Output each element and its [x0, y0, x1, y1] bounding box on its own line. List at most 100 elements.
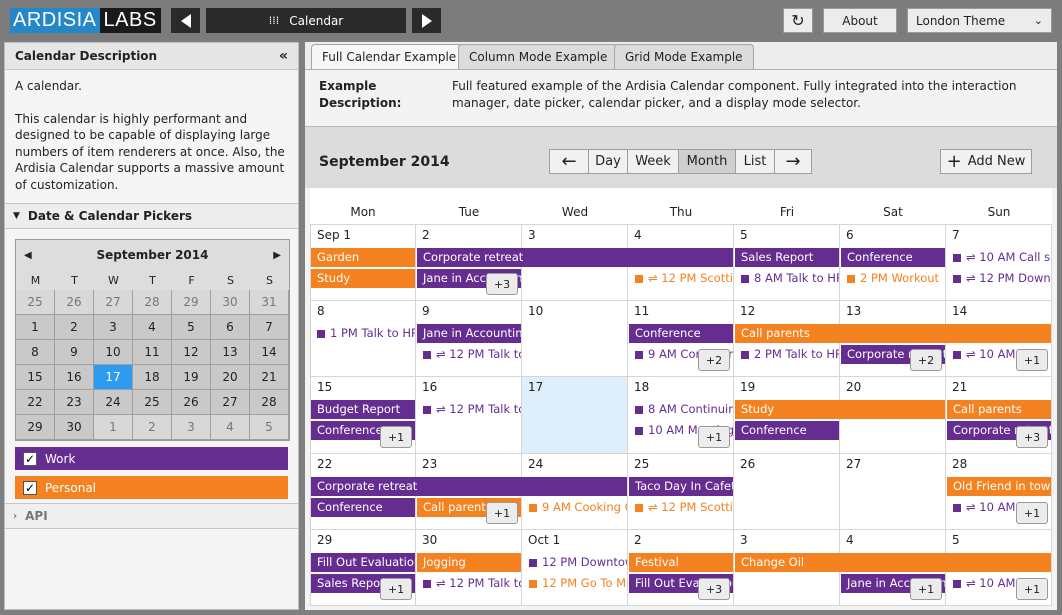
event-item[interactable]: ⇌ 12 PM Downtown	[947, 269, 1051, 288]
event-item[interactable]: 12 PM Downtown	[523, 553, 627, 572]
api-section-header[interactable]: › API	[5, 503, 298, 529]
prev-month-icon[interactable]: ◀	[24, 250, 32, 261]
picker-day[interactable]: 5	[172, 315, 211, 340]
event-item[interactable]: 2 PM Workout	[841, 269, 945, 288]
collapse-icon[interactable]: «	[279, 48, 288, 64]
picker-day[interactable]: 28	[250, 390, 289, 415]
event-item[interactable]: 8 AM Talk to HR	[735, 269, 839, 288]
theme-select[interactable]: London Theme ⌄	[907, 8, 1052, 33]
picker-day[interactable]: 4	[133, 315, 172, 340]
picker-day[interactable]: 3	[172, 415, 211, 440]
picker-day[interactable]: 30	[55, 415, 94, 440]
picker-day[interactable]: 15	[16, 365, 55, 390]
event-bar[interactable]: Jane in Accounting	[417, 324, 521, 343]
picker-day[interactable]: 14	[250, 340, 289, 365]
calendar-toggle[interactable]: ✓ Work	[15, 447, 288, 470]
picker-day[interactable]: 22	[16, 390, 55, 415]
picker-day[interactable]: 18	[133, 365, 172, 390]
picker-day[interactable]: 30	[211, 290, 250, 315]
more-events-button[interactable]: +1	[1016, 578, 1048, 600]
about-button[interactable]: About	[823, 8, 897, 33]
day-cell[interactable]: 17	[522, 377, 628, 454]
more-events-button[interactable]: +1	[698, 426, 730, 448]
event-item[interactable]: ⇌ 12 PM Talk to	[417, 400, 521, 419]
more-events-button[interactable]: +1	[1016, 349, 1048, 371]
checkbox-icon[interactable]: ✓	[23, 480, 37, 495]
event-bar[interactable]: Sales Report	[735, 248, 839, 267]
prev-example-button[interactable]	[171, 8, 200, 33]
add-new-button[interactable]: + Add New	[940, 149, 1032, 174]
event-bar[interactable]: Call parents	[735, 324, 1051, 343]
day-cell[interactable]: 10	[522, 301, 628, 377]
picker-day[interactable]: 11	[133, 340, 172, 365]
event-item[interactable]: ⇌ 12 PM Scottish	[629, 498, 733, 517]
picker-day[interactable]: 16	[55, 365, 94, 390]
picker-day[interactable]: 23	[55, 390, 94, 415]
picker-day[interactable]: 8	[16, 340, 55, 365]
picker-day[interactable]: 29	[16, 415, 55, 440]
picker-day[interactable]: 5	[250, 415, 289, 440]
more-events-button[interactable]: +2	[698, 349, 730, 371]
more-events-button[interactable]: +3	[1016, 426, 1048, 448]
event-bar[interactable]: Call parents	[947, 400, 1051, 419]
event-bar[interactable]: Study	[735, 400, 945, 419]
event-bar[interactable]: Conference	[735, 421, 839, 440]
picker-day[interactable]: 13	[211, 340, 250, 365]
picker-day[interactable]: 7	[250, 315, 289, 340]
event-bar[interactable]: Budget Report	[311, 400, 415, 419]
picker-day[interactable]: 1	[16, 315, 55, 340]
next-month-icon[interactable]: ▶	[273, 250, 281, 261]
picker-day[interactable]: 27	[211, 390, 250, 415]
event-bar[interactable]: Conference	[841, 248, 945, 267]
picker-day[interactable]: 31	[250, 290, 289, 315]
event-bar[interactable]: Corporate retreat	[311, 477, 627, 496]
event-item[interactable]: ⇌ 10 AM Call sales	[947, 248, 1051, 267]
event-bar[interactable]: Study	[311, 269, 415, 288]
prev-button[interactable]: ←	[549, 149, 589, 174]
tab-column-mode[interactable]: Column Mode Example	[458, 44, 619, 69]
event-item[interactable]: ⇌ 12 PM Scottish	[629, 269, 733, 288]
more-events-button[interactable]: +2	[910, 349, 942, 371]
picker-day[interactable]: 17	[94, 365, 133, 390]
tab-full-calendar[interactable]: Full Calendar Example	[311, 44, 468, 69]
picker-day[interactable]: 20	[211, 365, 250, 390]
event-item[interactable]: 8 AM Continuing	[629, 400, 733, 419]
event-item[interactable]: ⇌ 12 PM Talk to	[417, 574, 521, 593]
event-item[interactable]: 2 PM Talk to HR	[735, 345, 839, 364]
picker-day[interactable]: 28	[133, 290, 172, 315]
picker-day[interactable]: 12	[172, 340, 211, 365]
event-bar[interactable]: Festival	[629, 553, 733, 572]
calendar-toggle[interactable]: ✓ Personal	[15, 476, 288, 499]
more-events-button[interactable]: +3	[698, 578, 730, 600]
event-item[interactable]: 1 PM Talk to HR	[311, 324, 415, 343]
event-bar[interactable]: Old Friend in town	[947, 477, 1051, 496]
picker-day[interactable]: 4	[211, 415, 250, 440]
event-item[interactable]: ⇌ 12 PM Talk to	[417, 345, 521, 364]
mode-list-button[interactable]: List	[735, 149, 775, 174]
picker-day[interactable]: 24	[94, 390, 133, 415]
pickers-section-header[interactable]: ▼ Date & Calendar Pickers	[5, 203, 298, 229]
event-bar[interactable]: Conference	[311, 498, 415, 517]
more-events-button[interactable]: +1	[1016, 502, 1048, 524]
picker-day[interactable]: 21	[250, 365, 289, 390]
picker-day[interactable]: 3	[94, 315, 133, 340]
event-bar[interactable]: Change Oil	[735, 553, 1051, 572]
more-events-button[interactable]: +1	[910, 578, 942, 600]
event-bar[interactable]: Garden	[311, 248, 415, 267]
mode-day-button[interactable]: Day	[588, 149, 628, 174]
picker-day[interactable]: 26	[55, 290, 94, 315]
mode-week-button[interactable]: Week	[627, 149, 679, 174]
picker-day[interactable]: 27	[94, 290, 133, 315]
picker-day[interactable]: 9	[55, 340, 94, 365]
more-events-button[interactable]: +1	[380, 578, 412, 600]
day-cell[interactable]: 26	[734, 454, 840, 530]
mode-month-button[interactable]: Month	[678, 149, 736, 174]
next-example-button[interactable]	[412, 8, 441, 33]
event-bar[interactable]: Conference	[629, 324, 733, 343]
more-events-button[interactable]: +1	[486, 502, 518, 524]
picker-day[interactable]: 1	[94, 415, 133, 440]
next-button[interactable]: →	[774, 149, 812, 174]
picker-day[interactable]: 29	[172, 290, 211, 315]
picker-day[interactable]: 26	[172, 390, 211, 415]
picker-day[interactable]: 25	[133, 390, 172, 415]
